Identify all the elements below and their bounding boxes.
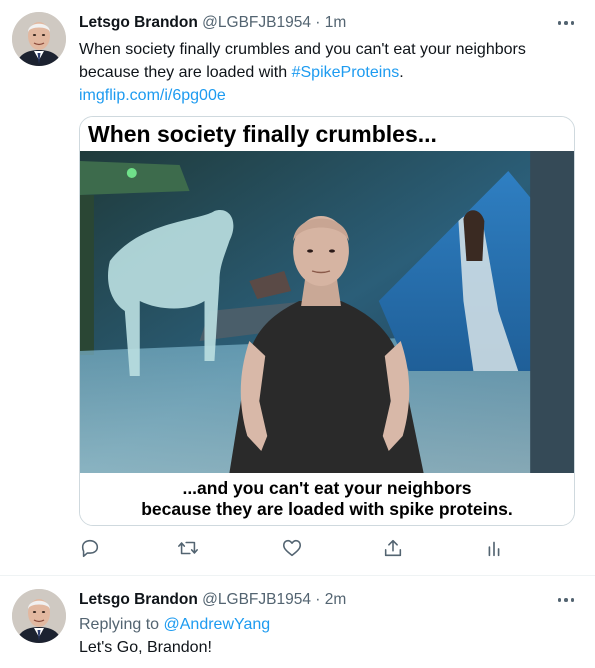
separator-dot: · [315,591,321,608]
avatar[interactable] [12,12,66,66]
analytics-icon[interactable] [483,537,507,561]
tweet-actions [79,537,559,565]
timestamp[interactable]: 2m [325,591,347,608]
tweet-media[interactable]: When society finally crumbles... ...and … [79,116,575,526]
author-name[interactable]: Letsgo Brandon [79,591,198,608]
meme-bottom-line-1: ...and you can't eat your neighbors [182,478,472,498]
hashtag-link[interactable]: #SpikeProteins [292,64,400,81]
replying-to: Replying to @AndrewYang [79,614,270,636]
tweet-text: Let's Go, Brandon! [79,639,212,656]
more-options-icon[interactable] [555,16,577,30]
like-icon[interactable] [281,537,305,561]
separator-dot: · [315,14,321,31]
tweet-text-end: . [399,64,404,81]
avatar-portrait [12,589,66,643]
replying-prefix: Replying to [79,616,164,633]
meme-bottom-line-2: because they are loaded with spike prote… [141,499,513,519]
meme-top-caption: When society finally crumbles... [80,117,574,151]
more-options-icon[interactable] [555,593,577,607]
replying-handle-link[interactable]: @AndrewYang [164,616,271,633]
author-handle[interactable]: @LGBFJB1954 [202,591,311,608]
tweet-text: When society finally crumbles and you ca… [79,38,559,107]
avatar[interactable] [12,589,66,643]
timestamp[interactable]: 1m [325,14,347,31]
tweet-header: Letsgo Brandon @LGBFJB1954 · 2m [79,590,346,610]
tweet-header: Letsgo Brandon @LGBFJB1954 · 1m [79,13,346,33]
tweet[interactable]: Letsgo Brandon @LGBFJB1954 · 1m When soc… [0,0,595,576]
avatar-portrait [12,12,66,66]
url-link[interactable]: imgflip.com/i/6pg00e [79,87,226,104]
author-name[interactable]: Letsgo Brandon [79,14,198,31]
author-handle[interactable]: @LGBFJB1954 [202,14,311,31]
tweet-reply[interactable]: Letsgo Brandon @LGBFJB1954 · 2m Replying… [0,576,595,668]
share-icon[interactable] [382,537,406,561]
reply-icon[interactable] [79,537,103,561]
meme-bottom-caption: ...and you can't eat your neighbors beca… [80,473,574,525]
meme-photo [80,151,574,473]
retweet-icon[interactable] [177,537,201,561]
